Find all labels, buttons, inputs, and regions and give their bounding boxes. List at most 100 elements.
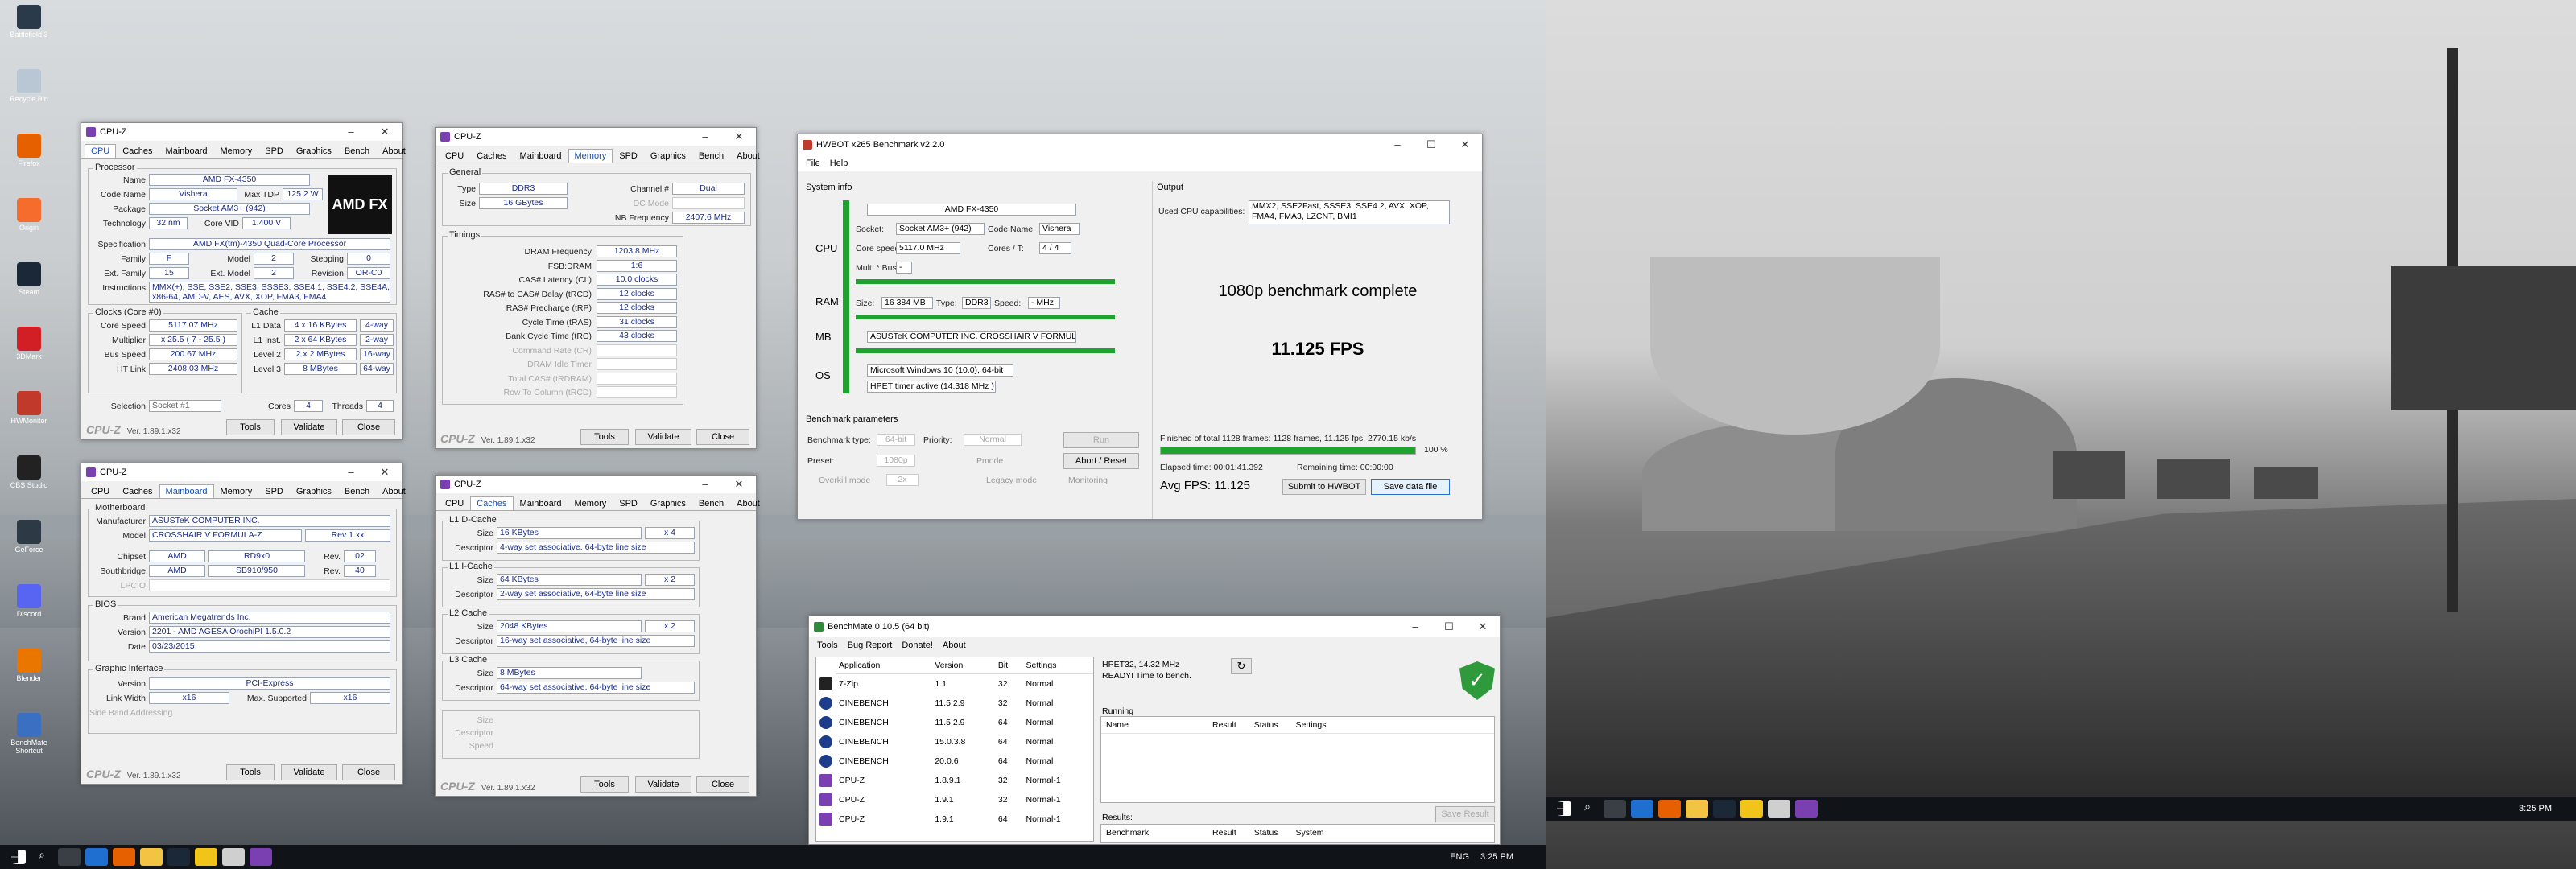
- close-button[interactable]: Close: [696, 429, 749, 445]
- close-button[interactable]: Close: [342, 419, 395, 435]
- title-bar[interactable]: HWBOT x265 Benchmark v2.2.0 – ☐ ✕: [798, 134, 1482, 155]
- clock-left[interactable]: 3:25 PM: [1480, 852, 1513, 862]
- benchmark-type-dropdown[interactable]: 64-bit: [877, 434, 915, 446]
- explorer-icon[interactable]: [140, 848, 163, 866]
- column-header[interactable]: Settings: [1296, 720, 1327, 730]
- column-header[interactable]: Settings: [1022, 657, 1093, 674]
- tab-bench[interactable]: Bench: [338, 144, 376, 158]
- validate-button[interactable]: Validate: [281, 419, 337, 435]
- run-button[interactable]: Run: [1063, 432, 1139, 448]
- pmode-checkbox[interactable]: Pmode: [976, 456, 1017, 466]
- priority-dropdown[interactable]: Normal: [964, 434, 1022, 446]
- title-bar[interactable]: BenchMate 0.10.5 (64 bit) – ☐ ✕: [809, 616, 1500, 637]
- tab-about[interactable]: About: [376, 144, 412, 158]
- edge-icon[interactable]: [1631, 800, 1653, 818]
- column-header[interactable]: Bit: [994, 657, 1023, 674]
- tools-button[interactable]: Tools: [226, 764, 275, 780]
- minimize-button[interactable]: –: [334, 463, 368, 481]
- maximize-button[interactable]: ☐: [1414, 136, 1448, 154]
- table-row[interactable]: CINEBENCH 15.0.3.8 64 Normal: [816, 732, 1093, 752]
- tab-bench[interactable]: Bench: [692, 149, 730, 163]
- minimize-button[interactable]: –: [688, 476, 722, 493]
- column-header[interactable]: Benchmark: [1106, 828, 1195, 838]
- tools-button[interactable]: Tools: [580, 776, 629, 793]
- tab-mainboard[interactable]: Mainboard: [514, 149, 568, 163]
- tab-cpu[interactable]: CPU: [85, 144, 117, 158]
- menu-file[interactable]: File: [806, 159, 820, 168]
- start-icon[interactable]: [1557, 801, 1571, 816]
- tab-graphics[interactable]: Graphics: [644, 149, 692, 163]
- menu-help[interactable]: Help: [830, 159, 848, 168]
- tab-about[interactable]: About: [730, 496, 766, 510]
- desktop-icon[interactable]: Steam: [5, 262, 53, 296]
- desktop-icon[interactable]: Blender: [5, 649, 53, 682]
- submit-hwbot-button[interactable]: Submit to HWBOT: [1282, 479, 1366, 495]
- menu-about[interactable]: About: [943, 640, 966, 650]
- tab-cpu[interactable]: CPU: [85, 484, 116, 498]
- task-view-icon[interactable]: [58, 848, 80, 866]
- menu-bug-report[interactable]: Bug Report: [848, 640, 893, 650]
- legacy-checkbox[interactable]: Legacy mode: [986, 476, 1051, 485]
- close-button[interactable]: Close: [342, 764, 395, 780]
- close-button[interactable]: ✕: [1448, 136, 1482, 154]
- tab-mainboard[interactable]: Mainboard: [514, 496, 568, 510]
- tab-caches[interactable]: Caches: [470, 496, 514, 510]
- tab-about[interactable]: About: [376, 484, 412, 498]
- desktop-icon[interactable]: Recycle Bin: [5, 69, 53, 103]
- validate-button[interactable]: Validate: [635, 776, 691, 793]
- overkill-dropdown[interactable]: 2x: [886, 474, 919, 486]
- close-button[interactable]: ✕: [1466, 618, 1500, 636]
- tab-spd[interactable]: SPD: [613, 149, 644, 163]
- start-icon[interactable]: [11, 850, 26, 864]
- desktop-icon[interactable]: Origin: [5, 198, 53, 232]
- app-icon[interactable]: [222, 848, 245, 866]
- table-row[interactable]: CPU-Z 1.8.9.1 32 Normal-1: [816, 771, 1093, 790]
- column-header[interactable]: Application: [836, 657, 932, 674]
- column-header[interactable]: Version: [931, 657, 995, 674]
- validate-button[interactable]: Validate: [635, 429, 691, 445]
- menu-donate[interactable]: Donate!: [902, 640, 933, 650]
- explorer-icon[interactable]: [1686, 800, 1708, 818]
- close-button[interactable]: ✕: [368, 463, 402, 481]
- column-header[interactable]: Result: [1212, 720, 1236, 730]
- app-icon[interactable]: [1768, 800, 1790, 818]
- validate-button[interactable]: Validate: [281, 764, 337, 780]
- monitoring-checkbox[interactable]: Monitoring: [1068, 476, 1133, 485]
- hwbot-taskbar-icon[interactable]: [195, 848, 217, 866]
- overkill-checkbox[interactable]: Overkill mode: [819, 476, 883, 485]
- tools-button[interactable]: Tools: [226, 419, 275, 435]
- column-header[interactable]: Name: [1106, 720, 1195, 730]
- edge-icon[interactable]: [85, 848, 108, 866]
- firefox-icon[interactable]: [1658, 800, 1681, 818]
- title-bar[interactable]: CPU-Z – ✕: [436, 128, 756, 146]
- tab-spd[interactable]: SPD: [258, 144, 290, 158]
- desktop-icon[interactable]: 3DMark: [5, 327, 53, 360]
- clock-right[interactable]: 3:25 PM: [2519, 804, 2552, 813]
- desktop-icon[interactable]: Discord: [5, 584, 53, 618]
- tab-memory[interactable]: Memory: [214, 144, 259, 158]
- tab-graphics[interactable]: Graphics: [290, 484, 338, 498]
- desktop-icon[interactable]: Firefox: [5, 134, 53, 167]
- title-bar[interactable]: CPU-Z – ✕: [81, 463, 402, 481]
- close-button[interactable]: ✕: [722, 128, 756, 146]
- title-bar[interactable]: CPU-Z – ✕: [436, 476, 756, 493]
- tab-cpu[interactable]: CPU: [439, 496, 470, 510]
- desktop-icon[interactable]: Battlefield 3: [5, 5, 53, 39]
- column-header[interactable]: Result: [1212, 828, 1236, 838]
- minimize-button[interactable]: –: [1398, 618, 1432, 636]
- desktop-icon[interactable]: GeForce: [5, 520, 53, 554]
- cpuz-taskbar-icon[interactable]: [250, 848, 272, 866]
- column-header[interactable]: System: [1296, 828, 1324, 838]
- table-row[interactable]: CINEBENCH 11.5.2.9 64 Normal: [816, 713, 1093, 732]
- firefox-icon[interactable]: [113, 848, 135, 866]
- tab-mainboard[interactable]: Mainboard: [159, 484, 214, 498]
- save-data-button[interactable]: Save data file: [1371, 479, 1450, 495]
- tab-bench[interactable]: Bench: [692, 496, 730, 510]
- hwbot-taskbar-icon[interactable]: [1740, 800, 1763, 818]
- task-view-icon[interactable]: [1604, 800, 1626, 818]
- language-indicator[interactable]: ENG: [1450, 852, 1469, 862]
- selection-dropdown[interactable]: Socket #1: [149, 400, 221, 412]
- preset-dropdown[interactable]: 1080p: [877, 455, 915, 467]
- save-result-button[interactable]: Save Result: [1435, 806, 1495, 822]
- column-header[interactable]: Status: [1254, 828, 1278, 838]
